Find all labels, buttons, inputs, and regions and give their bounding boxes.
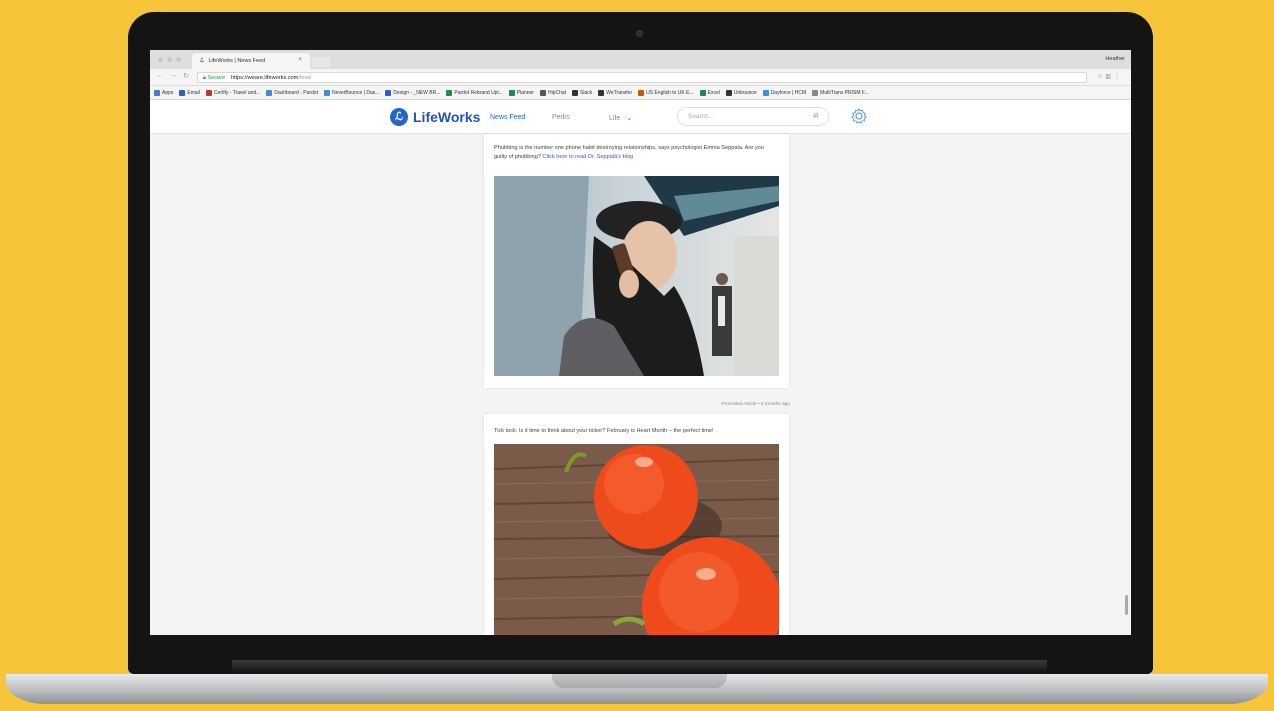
site-header: ℒ LifeWorks News Feed Perks Life ⌄ Searc… bbox=[150, 100, 1131, 134]
window-controls[interactable] bbox=[158, 57, 181, 62]
bookmark-item[interactable]: Apps bbox=[154, 89, 174, 96]
bookmark-item[interactable]: Planner bbox=[508, 89, 534, 96]
forward-icon[interactable]: → bbox=[170, 72, 177, 79]
bookmarks-bar: Apps Email Certify - Travel and... Dashboar… bbox=[150, 86, 1131, 100]
bookmark-item[interactable]: Dashboard - Pardot bbox=[266, 89, 318, 96]
logo-mark-icon: ℒ bbox=[390, 108, 408, 126]
bookmark-label: NeverBounce | Das... bbox=[331, 89, 380, 96]
bookmark-icon bbox=[266, 89, 273, 96]
post-meta: Promoted Article • 4 months ago bbox=[721, 402, 790, 407]
bookmark-icon bbox=[154, 89, 160, 96]
bookmark-icon bbox=[508, 89, 515, 96]
laptop-lid: ℒ LifeWorks | News Feed × Heather ← → ↻ … bbox=[128, 12, 1153, 674]
bookmark-icon bbox=[638, 89, 645, 96]
tab-bar: ℒ LifeWorks | News Feed × Heather bbox=[150, 50, 1131, 69]
bookmark-label: Design - _NEW BR... bbox=[393, 89, 441, 96]
brand-name: LifeWorks bbox=[413, 109, 481, 125]
bookmark-item[interactable]: Pardot Rebrand Upl... bbox=[446, 89, 503, 96]
bookmark-item[interactable]: Certify - Travel and... bbox=[205, 89, 261, 96]
tab-title: LifeWorks | News Feed bbox=[208, 58, 266, 64]
post-image[interactable] bbox=[494, 444, 779, 635]
menu-icon[interactable]: ⋮ bbox=[1114, 74, 1123, 80]
reload-icon[interactable]: ↻ bbox=[183, 72, 189, 80]
bookmark-icon bbox=[572, 89, 579, 96]
bookmark-label: MultiTrans PRISM F... bbox=[820, 89, 869, 96]
post-link[interactable]: Click here to read Dr. Seppälä's blog bbox=[543, 154, 634, 160]
bookmark-label: Excel bbox=[707, 89, 720, 96]
browser-window: ℒ LifeWorks | News Feed × Heather ← → ↻ … bbox=[150, 50, 1131, 635]
bookmark-label: Dashboard - Pardot bbox=[274, 89, 318, 96]
profile-name[interactable]: Heather bbox=[1105, 56, 1125, 62]
lock-icon: 🔒︎ bbox=[203, 75, 206, 81]
bookmark-icon bbox=[598, 89, 605, 96]
address-bar[interactable]: 🔒︎ Secure https://weare.lifeworks.com/fe… bbox=[197, 72, 1087, 83]
bookmark-label: Pardot Rebrand Upl... bbox=[454, 89, 503, 96]
browser-tab[interactable]: ℒ LifeWorks | News Feed × bbox=[192, 53, 310, 69]
bookmark-label: Apps bbox=[162, 89, 174, 96]
bookmark-item[interactable]: Excel bbox=[699, 89, 720, 96]
bookmark-icon bbox=[699, 89, 706, 96]
nav-perks[interactable]: Perks bbox=[552, 114, 570, 121]
back-icon[interactable]: ← bbox=[156, 72, 163, 79]
webcam bbox=[636, 30, 643, 37]
bookmark-label: Dayforce | HCM bbox=[770, 89, 807, 96]
search-placeholder: Search... bbox=[688, 113, 715, 120]
post-text: Phubbing is the number one phone habit d… bbox=[494, 144, 774, 162]
bookmark-label: Slack bbox=[580, 89, 593, 96]
bookmark-icon bbox=[539, 89, 546, 96]
feed-post: Phubbing is the number one phone habit d… bbox=[484, 134, 789, 388]
bookmark-item[interactable]: Dayforce | HCM bbox=[762, 89, 807, 96]
feed-post: Tick tock: Is it time to think about you… bbox=[484, 414, 789, 635]
extension-icon[interactable]: ▥ bbox=[1105, 74, 1114, 80]
bookmark-label: Planner bbox=[516, 89, 534, 96]
bookmark-icon bbox=[205, 89, 212, 96]
browser-toolbar: ← → ↻ 🔒︎ Secure https://weare.lifeworks.… bbox=[150, 69, 1131, 86]
bookmark-label: HipChat bbox=[547, 89, 567, 96]
secure-label: Secure bbox=[207, 75, 226, 81]
bookmark-label: Unbounce bbox=[733, 89, 757, 96]
bookmark-item[interactable]: Design - _NEW BR... bbox=[385, 89, 441, 96]
bookmark-item[interactable]: NeverBounce | Das... bbox=[323, 89, 380, 96]
bookmark-label: Email bbox=[187, 89, 200, 96]
lifeworks-logo[interactable]: ℒ LifeWorks bbox=[390, 108, 480, 126]
bookmark-item[interactable]: MultiTrans PRISM F... bbox=[812, 89, 869, 96]
search-icon[interactable]: ⌕ bbox=[813, 110, 819, 121]
bookmark-item[interactable]: US English to UK E... bbox=[638, 89, 694, 96]
bookmark-icon bbox=[762, 89, 769, 96]
toolbar-icons[interactable]: ☆▥⋮ bbox=[1097, 73, 1123, 80]
bookmark-label: Certify - Travel and... bbox=[213, 89, 261, 96]
laptop-notch bbox=[552, 674, 727, 688]
new-tab-button[interactable] bbox=[312, 57, 330, 67]
tab-close-icon[interactable]: × bbox=[298, 57, 302, 63]
post-image[interactable] bbox=[494, 176, 779, 376]
bookmark-icon bbox=[385, 89, 392, 96]
nav-life-label: Life bbox=[609, 115, 621, 122]
lifeworks-favicon-icon: ℒ bbox=[200, 58, 204, 64]
bookmark-icon bbox=[179, 89, 186, 96]
bookmark-item[interactable]: Email bbox=[179, 89, 200, 96]
chevron-down-icon: ⌄ bbox=[626, 115, 633, 122]
url-host: https://weare.lifeworks.com bbox=[230, 75, 299, 81]
bookmark-icon bbox=[446, 89, 453, 96]
search-input[interactable]: Search... ⌕ bbox=[677, 107, 829, 126]
gear-icon[interactable] bbox=[850, 107, 868, 125]
scrollbar[interactable] bbox=[1125, 595, 1128, 615]
bookmark-icon bbox=[725, 89, 732, 96]
bookmark-icon bbox=[323, 89, 330, 96]
bookmark-label: WeTransfer bbox=[606, 89, 633, 96]
bookmark-item[interactable]: HipChat bbox=[539, 89, 567, 96]
nav-news-feed[interactable]: News Feed bbox=[490, 114, 525, 121]
bookmark-item[interactable]: Unbounce bbox=[725, 89, 757, 96]
bookmark-icon bbox=[812, 89, 819, 96]
bookmark-item[interactable]: Slack bbox=[572, 89, 593, 96]
laptop-hinge bbox=[232, 660, 1047, 674]
bookmark-item[interactable]: WeTransfer bbox=[598, 89, 633, 96]
nav-life[interactable]: Life ⌄ bbox=[609, 114, 632, 122]
bookmark-label: US English to UK E... bbox=[646, 89, 694, 96]
url-path: /feed bbox=[298, 75, 311, 81]
post-body: Tick tock: Is it time to think about you… bbox=[494, 428, 714, 434]
